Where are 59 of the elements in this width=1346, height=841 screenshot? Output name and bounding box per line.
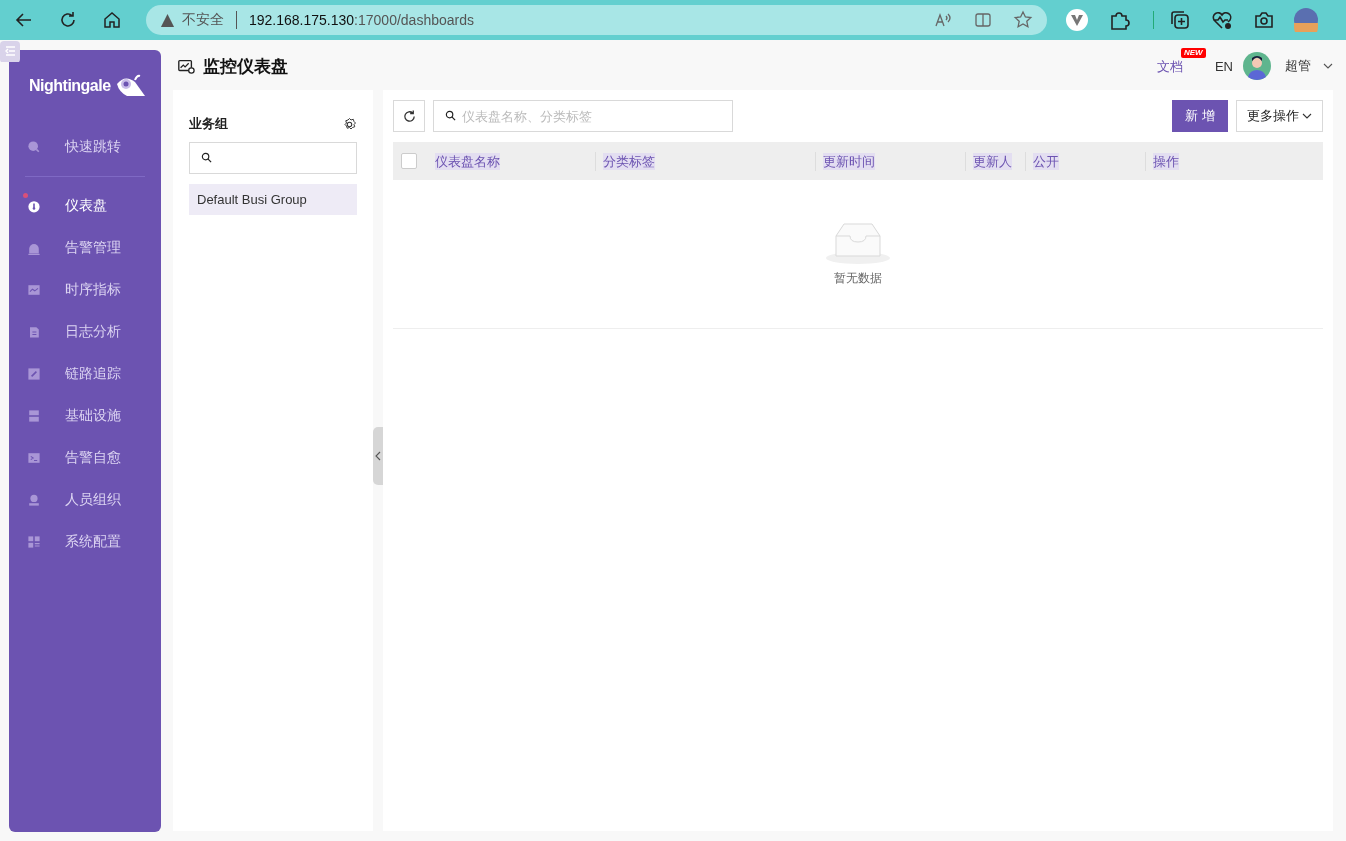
column-header[interactable]: 仪表盘名称	[435, 152, 500, 170]
person-icon	[26, 492, 42, 508]
caret-icon	[1302, 113, 1312, 119]
url-text: 192.168.175.130:17000/dashboards	[249, 12, 474, 28]
refresh-button[interactable]	[393, 100, 425, 132]
add-button[interactable]: 新 增	[1172, 100, 1228, 132]
collections-icon[interactable]	[1168, 8, 1192, 32]
menu-item[interactable]: 链路追踪	[9, 353, 161, 395]
menu-item[interactable]: 日志分析	[9, 311, 161, 353]
reload-icon[interactable]	[58, 10, 78, 30]
settings-icon[interactable]	[342, 116, 357, 132]
collapse-handle[interactable]	[373, 427, 383, 485]
bird-logo-icon	[114, 74, 147, 98]
terminal-icon	[26, 450, 42, 466]
column-header[interactable]: 操作	[1153, 152, 1179, 170]
menu-item[interactable]: 系统配置	[9, 521, 161, 563]
search-field[interactable]	[189, 142, 357, 174]
menu-item[interactable]: 人员组织	[9, 479, 161, 521]
menu-item[interactable]: 告警管理	[9, 227, 161, 269]
page-title: 监控仪表盘	[203, 55, 288, 78]
column-header[interactable]: 分类标签	[603, 152, 655, 170]
language-link[interactable]: EN	[1214, 58, 1233, 74]
menu-item[interactable]: 基础设施	[9, 395, 161, 437]
search-field[interactable]: 仪表盘名称、分类标签	[433, 100, 733, 132]
extension-v-icon[interactable]	[1065, 8, 1089, 32]
server-icon	[26, 408, 42, 424]
security-label: 不安全	[182, 11, 224, 29]
dashboard-icon	[177, 57, 195, 75]
select-all-checkbox[interactable]	[401, 153, 417, 169]
docs-link[interactable]: 文档	[1156, 58, 1183, 74]
address-bar[interactable]: 不安全 192.168.175.130:17000/dashboards	[146, 5, 1047, 35]
new-badge: NEW	[1180, 47, 1206, 58]
caret-icon[interactable]	[1323, 63, 1333, 69]
grid-icon	[26, 534, 42, 550]
link-icon	[26, 366, 42, 382]
avatar-icon[interactable]	[1243, 52, 1271, 80]
menu-item[interactable]: 时序指标	[9, 269, 161, 311]
profile-avatar-icon[interactable]	[1294, 8, 1318, 32]
reader-icon[interactable]	[973, 10, 993, 30]
dashboard-gauge-icon	[26, 198, 42, 214]
logo-text: Nightingale	[29, 77, 111, 95]
menu-item[interactable]: 告警自愈	[9, 437, 161, 479]
star-icon[interactable]	[1013, 10, 1033, 30]
panel-title: 业务组	[189, 115, 228, 133]
group-item[interactable]: Default Busi Group	[189, 184, 357, 215]
search-icon	[26, 139, 42, 155]
more-actions-button[interactable]: 更多操作	[1236, 100, 1323, 132]
empty-inbox-icon	[826, 221, 890, 264]
reload-icon	[401, 108, 417, 124]
user-name[interactable]: 超管	[1285, 57, 1311, 75]
warning-icon	[160, 12, 175, 28]
home-icon[interactable]	[102, 10, 122, 30]
menu-item[interactable]: 仪表盘	[9, 185, 161, 227]
empty-text: 暂无数据	[834, 269, 882, 287]
column-header[interactable]: 更新人	[973, 152, 1012, 170]
column-header[interactable]: 更新时间	[823, 152, 875, 170]
menu-item[interactable]: 快速跳转	[9, 126, 161, 168]
line-chart-icon	[26, 282, 42, 298]
column-header[interactable]: 公开	[1033, 152, 1059, 170]
